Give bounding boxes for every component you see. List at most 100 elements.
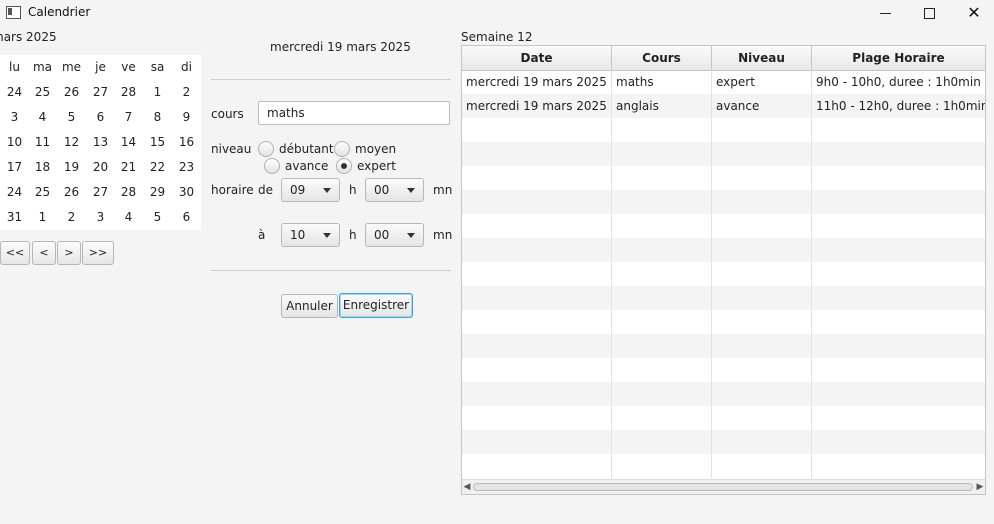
weekday-header: di <box>181 60 192 74</box>
calendar-day[interactable]: 18 <box>28 155 57 180</box>
niveau-avance-radio[interactable] <box>264 158 280 174</box>
weekday-header: lu <box>9 60 20 74</box>
calendar-day[interactable]: 14 <box>114 130 143 155</box>
next-month-button[interactable]: > <box>57 241 81 265</box>
close-icon: ✕ <box>967 3 981 22</box>
table-row[interactable] <box>462 454 985 478</box>
calendar-day[interactable]: 2 <box>57 205 86 230</box>
column-header-niveau[interactable]: Niveau <box>712 46 812 70</box>
calendar-day[interactable]: 31 <box>0 205 29 230</box>
calendar-day[interactable]: 4 <box>114 205 143 230</box>
start-h-label: h <box>349 183 357 197</box>
calendar-day[interactable]: 21 <box>114 155 143 180</box>
calendar-day[interactable]: 24 <box>0 180 29 205</box>
calendar-day[interactable]: 8 <box>143 105 172 130</box>
calendar-day[interactable]: 30 <box>172 180 201 205</box>
calendar-day[interactable]: 27 <box>86 180 115 205</box>
end-hour-value: 10 <box>290 228 306 242</box>
table-row[interactable] <box>462 190 985 214</box>
calendar-day[interactable]: 25 <box>28 180 57 205</box>
close-button[interactable]: ✕ <box>951 0 994 26</box>
calendar-day[interactable]: 5 <box>57 105 86 130</box>
table-row[interactable] <box>462 286 985 310</box>
calendar-day[interactable]: 26 <box>57 180 86 205</box>
calendar-day[interactable]: 15 <box>143 130 172 155</box>
end-min-value: 00 <box>374 228 390 242</box>
calendar-day[interactable]: 20 <box>86 155 115 180</box>
calendar-day[interactable]: 24 <box>0 80 29 105</box>
calendar-day[interactable]: 5 <box>143 205 172 230</box>
table-row[interactable] <box>462 262 985 286</box>
last-month-button[interactable]: >> <box>82 241 114 265</box>
table-row[interactable]: mercredi 19 mars 2025 anglais avance 11h0 -… <box>462 94 985 118</box>
calendar-day[interactable]: 2 <box>172 80 201 105</box>
table-row[interactable] <box>462 358 985 382</box>
table-row[interactable] <box>462 238 985 262</box>
end-mn-label: mn <box>433 228 453 242</box>
title-bar: Calendrier ✕ <box>0 0 994 26</box>
calendar-day[interactable]: 1 <box>143 80 172 105</box>
scroll-left-icon[interactable]: ◀ <box>462 480 472 494</box>
cours-input[interactable]: maths <box>258 101 450 125</box>
calendar-day[interactable]: 7 <box>114 105 143 130</box>
column-header-date[interactable]: Date <box>462 46 612 70</box>
calendar-day[interactable]: 26 <box>57 80 86 105</box>
start-hour-select[interactable]: 09 <box>281 178 340 202</box>
table-row[interactable]: mercredi 19 mars 2025 maths expert 9h0 - 10… <box>462 70 985 94</box>
maximize-button[interactable] <box>906 0 952 26</box>
scroll-right-icon[interactable]: ▶ <box>975 480 985 494</box>
calendar-day[interactable]: 3 <box>86 205 115 230</box>
calendar-day[interactable]: 28 <box>114 80 143 105</box>
table-row[interactable] <box>462 430 985 454</box>
niveau-debutant-radio[interactable] <box>258 141 274 157</box>
niveau-expert-radio[interactable] <box>336 158 352 174</box>
calendar-day[interactable]: 22 <box>143 155 172 180</box>
calendar-grid: lu ma me je ve sa di 24 25 26 27 28 1 2 3 4 5 6 7 8 9 10 11 12 1… <box>0 55 201 230</box>
annuler-button[interactable]: Annuler <box>281 294 338 318</box>
calendar-day[interactable]: 28 <box>114 180 143 205</box>
calendar-day[interactable]: 3 <box>0 105 29 130</box>
calendar-day[interactable]: 27 <box>86 80 115 105</box>
calendar-day[interactable]: 4 <box>28 105 57 130</box>
calendar-day[interactable]: 13 <box>86 130 115 155</box>
calendar-day[interactable]: 29 <box>143 180 172 205</box>
calendar-day[interactable]: 9 <box>172 105 201 130</box>
calendar-day[interactable]: 23 <box>172 155 201 180</box>
start-min-select[interactable]: 00 <box>365 178 424 202</box>
prev-month-button[interactable]: < <box>32 241 56 265</box>
calendar-day[interactable]: 17 <box>0 155 29 180</box>
minimize-icon <box>879 12 891 14</box>
table-row[interactable] <box>462 382 985 406</box>
table-row[interactable] <box>462 334 985 358</box>
enregistrer-button[interactable]: Enregistrer <box>339 293 413 318</box>
end-hour-select[interactable]: 10 <box>281 223 340 247</box>
first-month-button[interactable]: << <box>0 241 30 265</box>
weekday-header: je <box>95 60 106 74</box>
niveau-moyen-radio[interactable] <box>334 141 350 157</box>
table-row[interactable] <box>462 166 985 190</box>
calendar-day[interactable]: 6 <box>172 205 201 230</box>
calendar-day[interactable]: 19 <box>57 155 86 180</box>
table-row[interactable] <box>462 118 985 142</box>
calendar-day[interactable]: 10 <box>0 130 29 155</box>
month-label-text: mars 2025 <box>0 30 57 44</box>
table-row[interactable] <box>462 214 985 238</box>
table-row[interactable] <box>462 142 985 166</box>
calendar-day[interactable]: 16 <box>172 130 201 155</box>
table-cell: maths <box>616 75 654 89</box>
calendar-day[interactable]: 25 <box>28 80 57 105</box>
month-label: mars 2025 <box>0 30 57 44</box>
calendar-day[interactable]: 12 <box>57 130 86 155</box>
sessions-table[interactable]: Date Cours Niveau Plage Horaire mercredi… <box>461 45 986 495</box>
horizontal-scrollbar[interactable]: ◀ ▶ <box>462 479 985 494</box>
scrollbar-thumb[interactable] <box>473 483 973 491</box>
calendar-day[interactable]: 11 <box>28 130 57 155</box>
calendar-day[interactable]: 6 <box>86 105 115 130</box>
table-row[interactable] <box>462 406 985 430</box>
minimize-button[interactable] <box>862 0 908 26</box>
table-row[interactable] <box>462 310 985 334</box>
column-header-plage-horaire[interactable]: Plage Horaire <box>812 46 985 70</box>
column-header-cours[interactable]: Cours <box>612 46 712 70</box>
calendar-day[interactable]: 1 <box>28 205 57 230</box>
end-min-select[interactable]: 00 <box>365 223 424 247</box>
